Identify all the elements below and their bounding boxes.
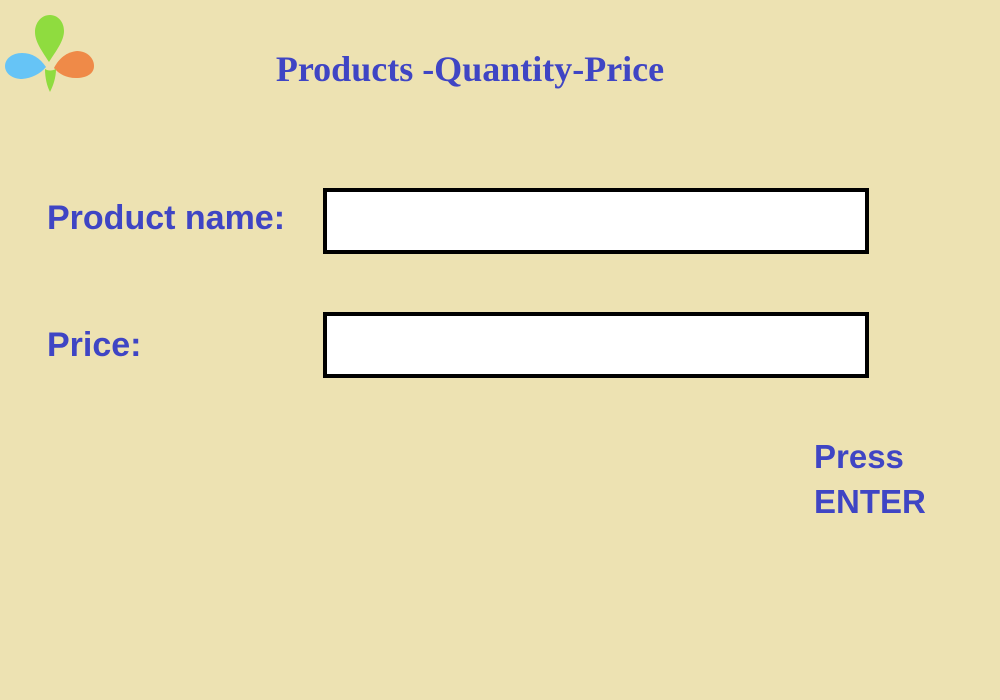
press-enter-hint: Press ENTER: [814, 434, 926, 524]
price-label: Price:: [47, 326, 142, 364]
press-enter-hint-line2: ENTER: [814, 483, 926, 520]
price-input[interactable]: [323, 312, 869, 378]
press-enter-hint-line1: Press: [814, 438, 904, 475]
product-name-input[interactable]: [323, 188, 869, 254]
product-name-label: Product name:: [47, 199, 286, 237]
page-title: Products -Quantity-Price: [275, 49, 665, 89]
